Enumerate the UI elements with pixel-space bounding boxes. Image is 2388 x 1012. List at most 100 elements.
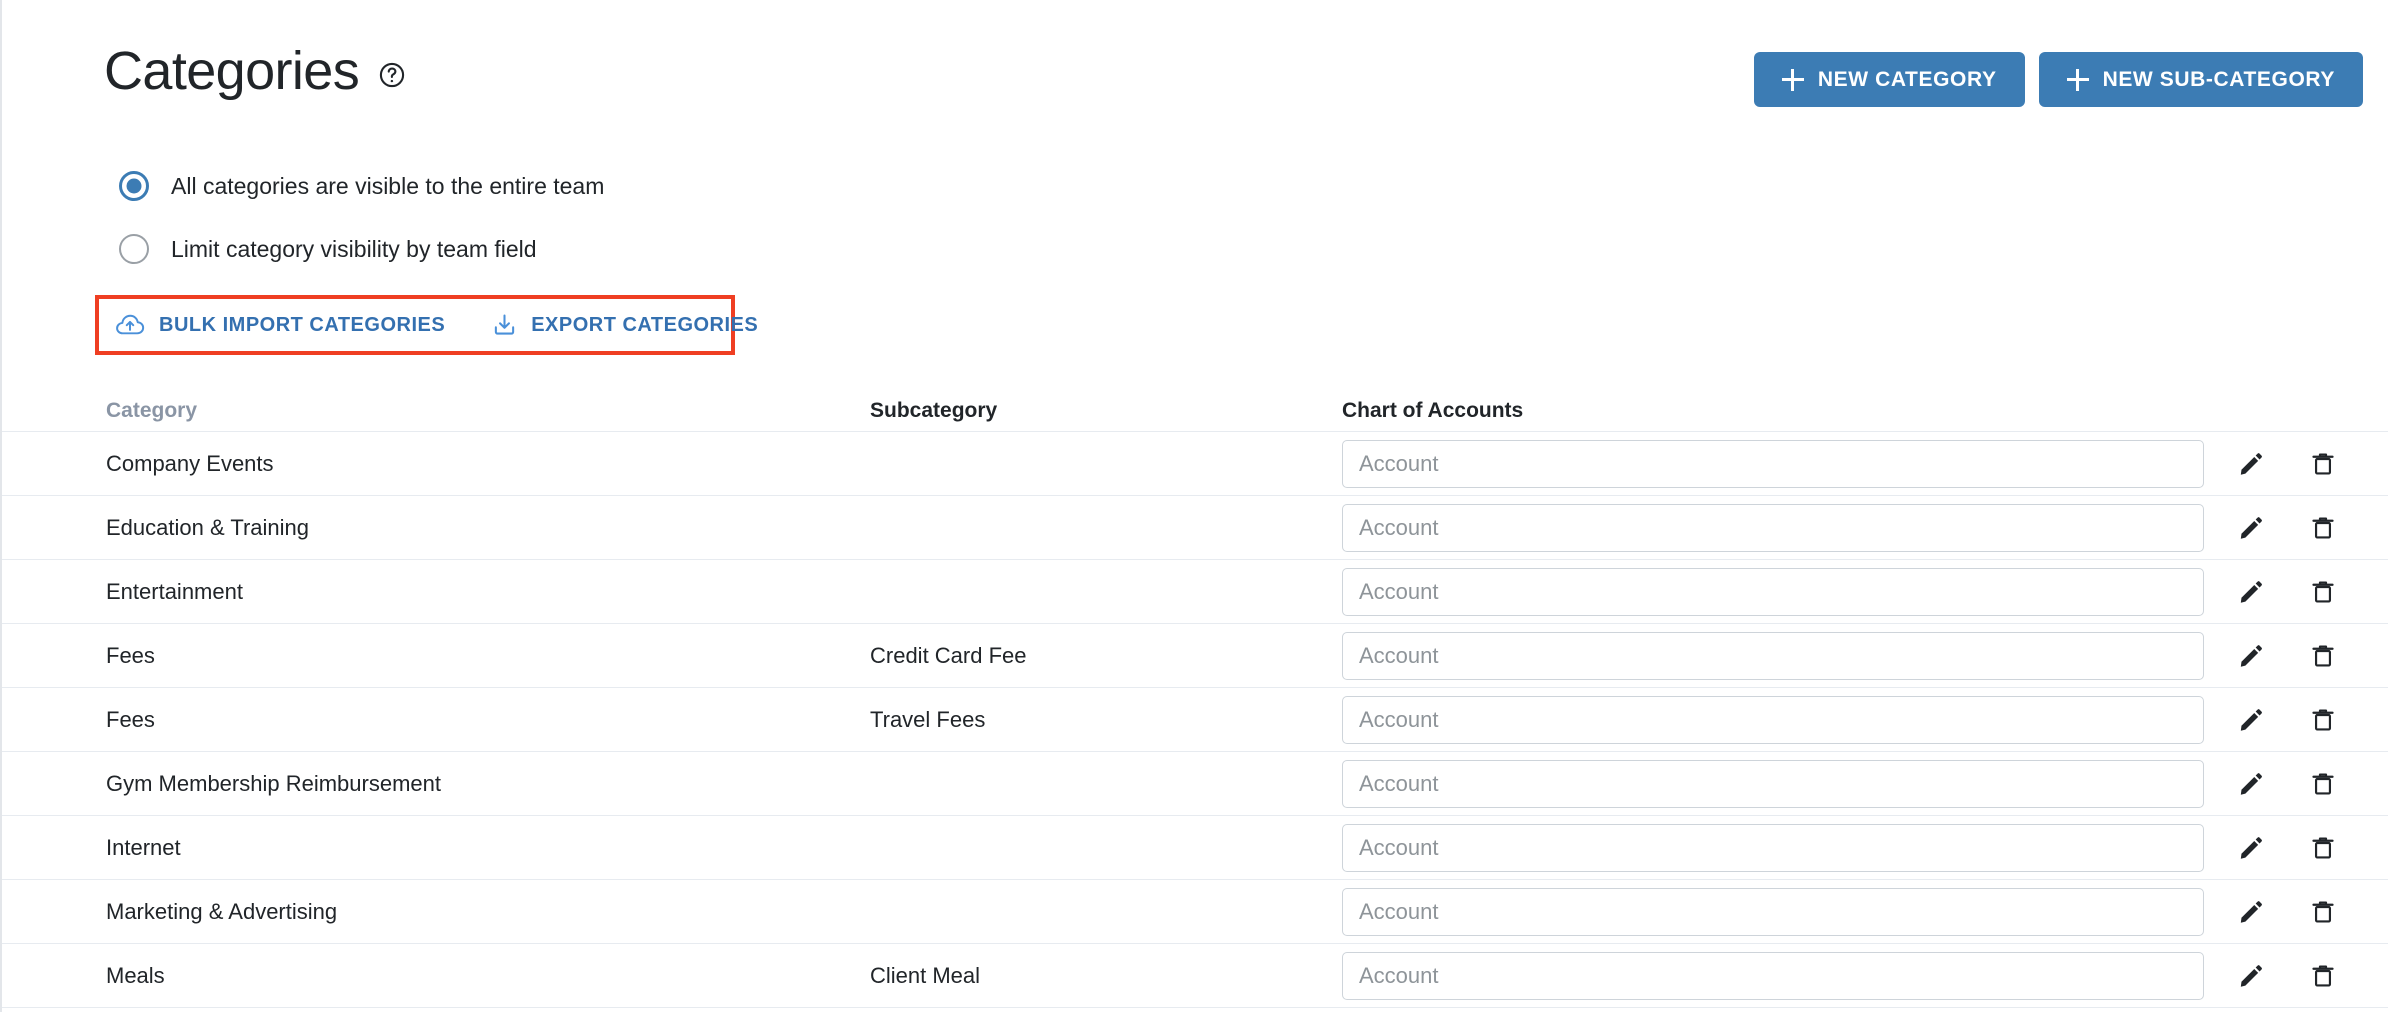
delete-trash-icon[interactable]	[2308, 833, 2338, 863]
cell-chart-of-accounts	[1342, 888, 2212, 936]
column-header-chart-of-accounts[interactable]: Chart of Accounts	[1342, 399, 1523, 422]
account-input[interactable]	[1342, 696, 2204, 744]
edit-pencil-icon[interactable]	[2236, 897, 2266, 927]
edit-pencil-icon[interactable]	[2236, 513, 2266, 543]
radio-unselected-icon[interactable]	[119, 234, 149, 264]
new-sub-category-button-label: NEW SUB-CATEGORY	[2103, 68, 2335, 92]
cell-row-actions	[2212, 641, 2388, 671]
table-row: Fees Credit Card Fee	[2, 624, 2388, 688]
column-header-category-cell: Category	[2, 399, 870, 423]
categories-page: Categories NEW CATEGORY NEW SUB-CATEGORY	[0, 0, 2388, 1012]
help-circle-icon[interactable]	[377, 60, 407, 90]
account-input[interactable]	[1342, 760, 2204, 808]
account-input[interactable]	[1342, 632, 2204, 680]
account-input[interactable]	[1342, 952, 2204, 1000]
cell-row-actions	[2212, 705, 2388, 735]
radio-option-all-categories[interactable]: All categories are visible to the entire…	[119, 165, 604, 207]
cell-category: Fees	[2, 643, 870, 669]
plus-icon	[2067, 69, 2089, 91]
new-sub-category-button[interactable]: NEW SUB-CATEGORY	[2039, 52, 2363, 107]
table-row: Company Events	[2, 432, 2388, 496]
cell-row-actions	[2212, 513, 2388, 543]
delete-trash-icon[interactable]	[2308, 449, 2338, 479]
account-input[interactable]	[1342, 824, 2204, 872]
column-header-subcategory-cell: Subcategory	[870, 399, 1342, 423]
cell-category-text: Education & Training	[106, 515, 309, 540]
table-row: MealsClient Meal	[2, 944, 2388, 1008]
table-row: Education & Training	[2, 496, 2388, 560]
cell-category: Company Events	[2, 451, 870, 477]
cell-category: Fees	[2, 707, 870, 733]
table-row: Entertainment	[2, 560, 2388, 624]
categories-table: Category Subcategory Chart of Accounts C…	[2, 390, 2388, 1008]
table-row: Marketing & Advertising	[2, 880, 2388, 944]
delete-trash-icon[interactable]	[2308, 513, 2338, 543]
cell-chart-of-accounts	[1342, 632, 2212, 680]
edit-pencil-icon[interactable]	[2236, 577, 2266, 607]
cell-chart-of-accounts	[1342, 440, 2212, 488]
cell-chart-of-accounts	[1342, 952, 2212, 1000]
new-category-button[interactable]: NEW CATEGORY	[1754, 52, 2025, 107]
account-input[interactable]	[1342, 568, 2204, 616]
radio-option-limit-visibility[interactable]: Limit category visibility by team field	[119, 228, 604, 270]
delete-trash-icon[interactable]	[2308, 705, 2338, 735]
account-input[interactable]	[1342, 440, 2204, 488]
column-header-subcategory[interactable]: Subcategory	[870, 399, 997, 422]
cell-chart-of-accounts	[1342, 760, 2212, 808]
cell-category-text: Fees	[106, 643, 155, 668]
cell-row-actions	[2212, 449, 2388, 479]
cell-category: Education & Training	[2, 515, 870, 541]
bulk-import-categories-link[interactable]: BULK IMPORT CATEGORIES	[115, 313, 445, 337]
edit-pencil-icon[interactable]	[2236, 961, 2266, 991]
cell-chart-of-accounts	[1342, 824, 2212, 872]
table-header-row: Category Subcategory Chart of Accounts	[2, 390, 2388, 432]
edit-pencil-icon[interactable]	[2236, 769, 2266, 799]
export-categories-link[interactable]: EXPORT CATEGORIES	[492, 313, 758, 338]
cell-subcategory-text: Client Meal	[870, 963, 980, 988]
account-input[interactable]	[1342, 504, 2204, 552]
cell-row-actions	[2212, 833, 2388, 863]
cell-category-text: Marketing & Advertising	[106, 899, 337, 924]
cell-category-text: Gym Membership Reimbursement	[106, 771, 441, 796]
cell-subcategory: Travel Fees	[870, 707, 1342, 733]
cell-subcategory-text: Credit Card Fee	[870, 643, 1027, 668]
table-row: FeesTravel Fees	[2, 688, 2388, 752]
edit-pencil-icon[interactable]	[2236, 833, 2266, 863]
delete-trash-icon[interactable]	[2308, 641, 2338, 671]
cell-subcategory-text: Travel Fees	[870, 707, 985, 732]
cell-category-text: Company Events	[106, 451, 274, 476]
column-header-chart-of-accounts-cell: Chart of Accounts	[1342, 399, 2212, 423]
cell-row-actions	[2212, 769, 2388, 799]
delete-trash-icon[interactable]	[2308, 961, 2338, 991]
edit-pencil-icon[interactable]	[2236, 705, 2266, 735]
cell-row-actions	[2212, 897, 2388, 927]
plus-icon	[1782, 69, 1804, 91]
edit-pencil-icon[interactable]	[2236, 449, 2266, 479]
radio-option-all-categories-label: All categories are visible to the entire…	[171, 173, 604, 200]
table-row: Internet	[2, 816, 2388, 880]
delete-trash-icon[interactable]	[2308, 897, 2338, 927]
cloud-upload-icon	[115, 313, 145, 337]
column-header-category[interactable]: Category	[106, 399, 197, 422]
bulk-import-categories-label: BULK IMPORT CATEGORIES	[159, 314, 445, 337]
download-icon	[492, 313, 517, 338]
cell-category-text: Internet	[106, 835, 181, 860]
radio-selected-icon[interactable]	[119, 171, 149, 201]
visibility-radio-group: All categories are visible to the entire…	[119, 165, 604, 291]
delete-trash-icon[interactable]	[2308, 577, 2338, 607]
delete-trash-icon[interactable]	[2308, 769, 2338, 799]
cell-category: Gym Membership Reimbursement	[2, 771, 870, 797]
table-body: Company Events Education & Training Entert…	[2, 432, 2388, 1008]
page-title-group: Categories	[104, 44, 407, 98]
edit-pencil-icon[interactable]	[2236, 641, 2266, 671]
account-input[interactable]	[1342, 888, 2204, 936]
import-export-highlight-box: BULK IMPORT CATEGORIES EXPORT CATEGORIES	[95, 295, 735, 355]
radio-option-limit-visibility-label: Limit category visibility by team field	[171, 236, 537, 263]
export-categories-label: EXPORT CATEGORIES	[531, 314, 758, 337]
cell-category: Meals	[2, 963, 870, 989]
cell-category-text: Entertainment	[106, 579, 243, 604]
page-header: Categories NEW CATEGORY NEW SUB-CATEGORY	[2, 34, 2388, 114]
cell-row-actions	[2212, 577, 2388, 607]
new-category-button-label: NEW CATEGORY	[1818, 68, 1997, 92]
cell-category: Entertainment	[2, 579, 870, 605]
